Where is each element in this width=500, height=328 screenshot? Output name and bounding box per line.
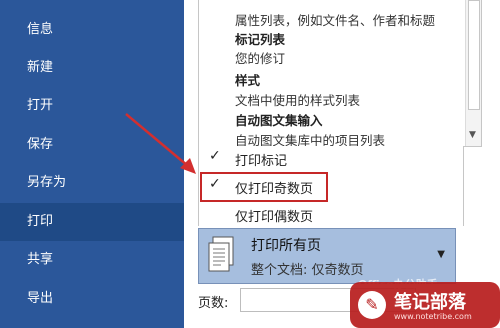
nav-item-export[interactable]: 导出 [0, 280, 184, 318]
document-pages-icon [208, 236, 234, 272]
watermark: ✎ 笔记部落 www.notetribe.com [350, 282, 500, 328]
dropdown-line[interactable]: 样式 [235, 70, 260, 89]
highlight-box [200, 172, 328, 202]
nav-item-print[interactable]: 打印 [0, 203, 184, 241]
annotation-arrow-icon [125, 113, 196, 174]
option-even-pages[interactable]: 仅打印偶数页 [199, 202, 463, 226]
dropdown-line[interactable]: 文档中使用的样式列表 [235, 90, 360, 109]
dropdown-line[interactable]: 自动图文集输入 [235, 110, 323, 129]
scrollbar-thumb[interactable] [468, 0, 480, 110]
print-range-title: 打印所有页 [251, 238, 321, 254]
dropdown-line[interactable]: 您的修订 [235, 48, 285, 67]
print-what-dropdown-list[interactable]: 属性列表，例如文件名、作者和标题 标记列表 您的修订 样式 文档中使用的样式列表… [198, 0, 482, 147]
watermark-text: 笔记部落 [394, 292, 466, 313]
nav-item-share[interactable]: 共享 [0, 241, 184, 279]
dropdown-line[interactable]: 自动图文集库中的项目列表 [235, 130, 385, 146]
checkmark-icon: ✓ [209, 148, 221, 164]
dropdown-arrow-icon[interactable]: ▼ [437, 249, 445, 260]
dropdown-scrollbar[interactable]: ▼ [465, 0, 481, 146]
scroll-down-arrow-icon[interactable]: ▼ [469, 130, 476, 140]
pages-label: 页数: [198, 296, 229, 311]
option-label: 仅打印偶数页 [235, 210, 314, 225]
option-label: 打印标记 [235, 154, 288, 169]
print-range-subtitle: 整个文档: 仅奇数页 [251, 263, 364, 278]
dropdown-line[interactable]: 标记列表 [235, 29, 285, 48]
dropdown-line[interactable]: 属性列表，例如文件名、作者和标题 [235, 10, 435, 29]
watermark-url: www.notetribe.com [394, 312, 472, 321]
nav-item-new[interactable]: 新建 [0, 49, 184, 87]
pen-logo-icon: ✎ [358, 291, 386, 319]
nav-item-info[interactable]: 信息 [0, 11, 184, 49]
option-print-markup[interactable]: ✓ 打印标记 [199, 146, 463, 170]
